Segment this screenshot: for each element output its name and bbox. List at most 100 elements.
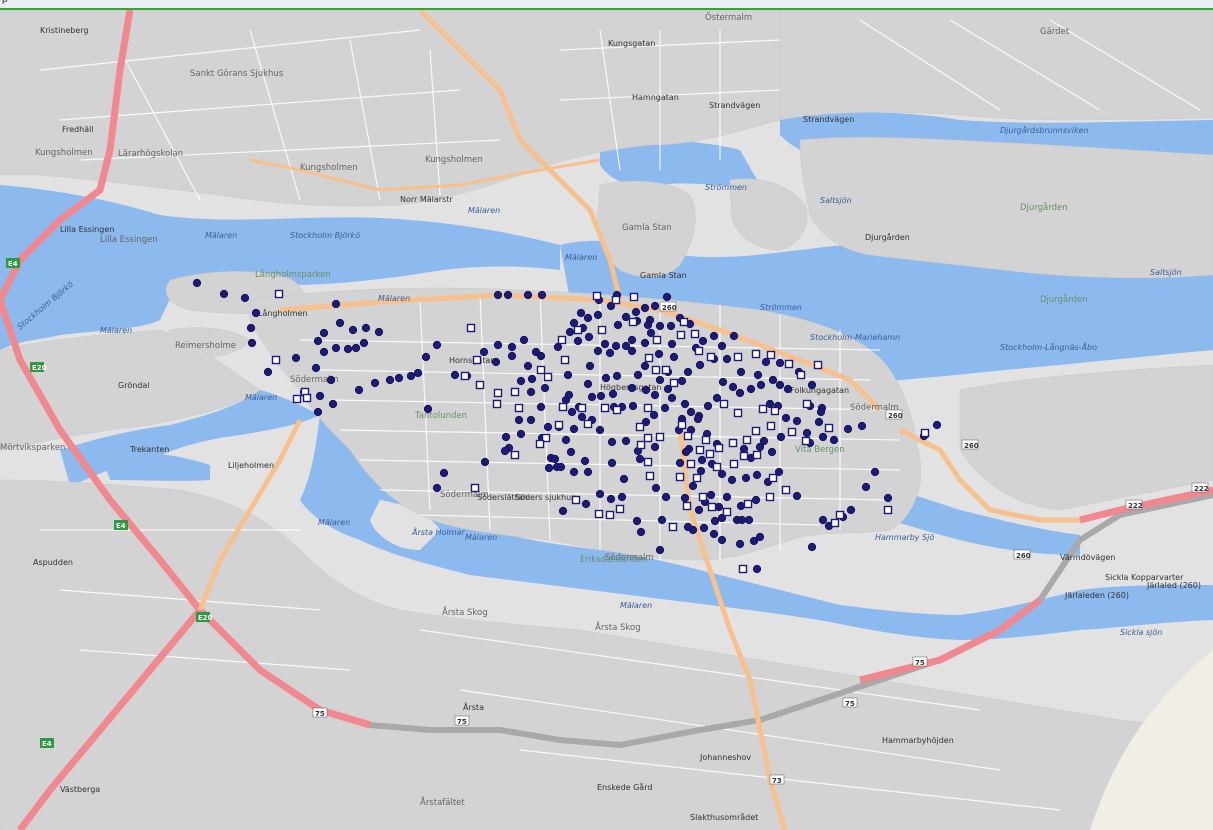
marker-light[interactable] xyxy=(698,492,708,502)
marker-dark[interactable] xyxy=(696,466,706,476)
marker-light[interactable] xyxy=(802,399,812,409)
marker-light[interactable] xyxy=(466,323,476,333)
marker-dark[interactable] xyxy=(621,312,631,322)
marker-light[interactable] xyxy=(510,450,520,460)
marker-dark[interactable] xyxy=(650,301,660,311)
marker-dark[interactable] xyxy=(709,529,719,539)
marker-dark[interactable] xyxy=(593,346,603,356)
marker-dark[interactable] xyxy=(706,490,716,500)
marker-light[interactable] xyxy=(655,432,665,442)
marker-dark[interactable] xyxy=(439,468,449,478)
marker-dark[interactable] xyxy=(359,338,369,348)
marker-dark[interactable] xyxy=(703,401,713,411)
marker-dark[interactable] xyxy=(775,380,785,390)
marker-light[interactable] xyxy=(705,449,715,459)
marker-dark[interactable] xyxy=(526,387,536,397)
marker-light[interactable] xyxy=(751,426,761,436)
marker-dark[interactable] xyxy=(565,327,575,337)
marker-light[interactable] xyxy=(714,443,724,453)
marker-dark[interactable] xyxy=(607,458,617,468)
marker-dark[interactable] xyxy=(717,341,727,351)
marker-dark[interactable] xyxy=(432,340,442,350)
marker-dark[interactable] xyxy=(693,414,703,424)
marker-light[interactable] xyxy=(690,329,700,339)
marker-dark[interactable] xyxy=(500,446,510,456)
marker-light[interactable] xyxy=(920,428,930,438)
marker-light[interactable] xyxy=(787,427,797,437)
marker-dark[interactable] xyxy=(681,447,691,457)
marker-dark[interactable] xyxy=(573,336,583,346)
marker-dark[interactable] xyxy=(527,374,537,384)
marker-dark[interactable] xyxy=(792,416,802,426)
marker-dark[interactable] xyxy=(585,361,595,371)
marker-light[interactable] xyxy=(668,522,678,532)
marker-light[interactable] xyxy=(677,420,687,430)
marker-dark[interactable] xyxy=(759,436,769,446)
marker-dark[interactable] xyxy=(635,454,645,464)
marker-light[interactable] xyxy=(271,355,281,365)
marker-dark[interactable] xyxy=(636,527,646,537)
marker-light[interactable] xyxy=(766,421,776,431)
marker-dark[interactable] xyxy=(735,388,745,398)
marker-dark[interactable] xyxy=(744,515,754,525)
marker-light[interactable] xyxy=(781,485,791,495)
marker-dark[interactable] xyxy=(722,492,732,502)
marker-dark[interactable] xyxy=(649,410,659,420)
marker-dark[interactable] xyxy=(814,417,824,427)
marker-dark[interactable] xyxy=(643,320,653,330)
marker-dark[interactable] xyxy=(580,456,590,466)
marker-dark[interactable] xyxy=(680,493,690,503)
marker-light[interactable] xyxy=(643,403,653,413)
marker-dark[interactable] xyxy=(752,470,762,480)
marker-dark[interactable] xyxy=(550,454,560,464)
marker-light[interactable] xyxy=(611,295,621,305)
marker-light[interactable] xyxy=(796,370,806,380)
stockholm-map[interactable]: E4 E20 E4 E20 E4 260 260 260 260 222 222… xyxy=(0,10,1213,830)
marker-dark[interactable] xyxy=(739,444,749,454)
marker-dark[interactable] xyxy=(736,367,746,377)
marker-dark[interactable] xyxy=(698,336,708,346)
marker-light[interactable] xyxy=(573,325,583,335)
marker-dark[interactable] xyxy=(699,523,709,533)
marker-dark[interactable] xyxy=(313,336,323,346)
marker-dark[interactable] xyxy=(861,482,871,492)
marker-dark[interactable] xyxy=(251,308,261,318)
marker-dark[interactable] xyxy=(491,357,501,367)
marker-dark[interactable] xyxy=(596,391,606,401)
marker-dark[interactable] xyxy=(507,351,517,361)
marker-dark[interactable] xyxy=(343,344,353,354)
marker-dark[interactable] xyxy=(619,474,629,484)
marker-dark[interactable] xyxy=(564,390,574,400)
marker-dark[interactable] xyxy=(646,328,656,338)
marker-dark[interactable] xyxy=(675,458,685,468)
marker-dark[interactable] xyxy=(932,420,942,430)
marker-dark[interactable] xyxy=(756,380,766,390)
marker-light[interactable] xyxy=(707,502,717,512)
marker-dark[interactable] xyxy=(569,467,579,477)
marker-light[interactable] xyxy=(661,365,671,375)
marker-light[interactable] xyxy=(695,445,705,455)
marker-dark[interactable] xyxy=(480,457,490,467)
marker-light[interactable] xyxy=(592,291,602,301)
marker-light[interactable] xyxy=(683,431,693,441)
marker-dark[interactable] xyxy=(540,383,550,393)
marker-light[interactable] xyxy=(460,371,470,381)
marker-dark[interactable] xyxy=(246,323,256,333)
marker-light[interactable] xyxy=(722,507,732,517)
marker-light[interactable] xyxy=(536,365,546,375)
marker-dark[interactable] xyxy=(328,399,338,409)
marker-light[interactable] xyxy=(274,289,284,299)
marker-dark[interactable] xyxy=(883,493,893,503)
marker-light[interactable] xyxy=(675,472,685,482)
marker-dark[interactable] xyxy=(569,424,579,434)
marker-dark[interactable] xyxy=(640,361,650,371)
marker-dark[interactable] xyxy=(617,492,627,502)
marker-dark[interactable] xyxy=(714,502,724,512)
marker-dark[interactable] xyxy=(621,436,631,446)
marker-dark[interactable] xyxy=(640,338,650,348)
marker-light[interactable] xyxy=(751,349,761,359)
marker-dark[interactable] xyxy=(688,481,698,491)
marker-dark[interactable] xyxy=(768,375,778,385)
marker-light[interactable] xyxy=(830,518,840,528)
marker-dark[interactable] xyxy=(683,522,693,532)
